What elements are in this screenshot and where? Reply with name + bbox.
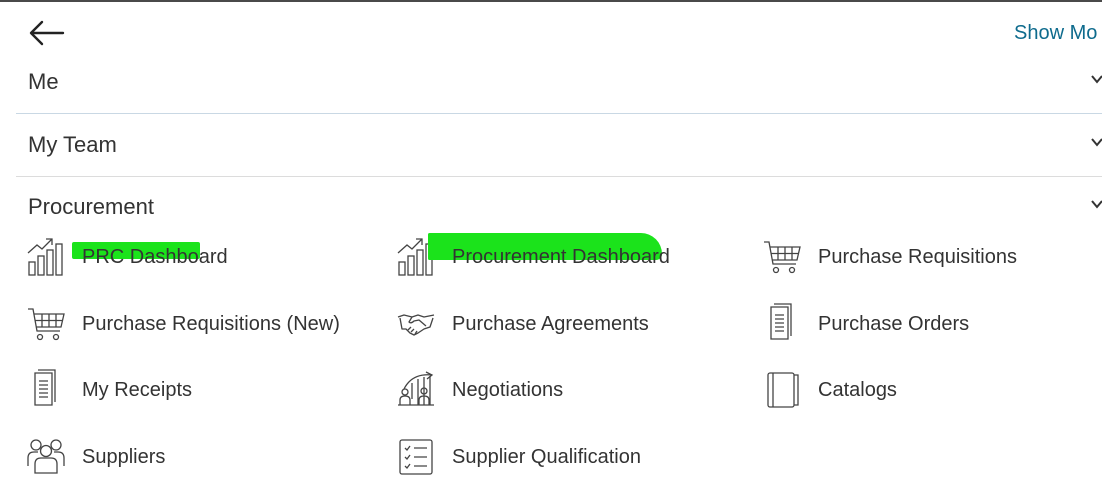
- section-procurement-title: Procurement: [28, 194, 154, 219]
- shopping-cart-icon: [764, 241, 801, 274]
- suppliers-group-icon: [27, 439, 65, 474]
- app-label: Purchase Orders: [818, 313, 970, 335]
- app-label: Purchase Requisitions: [818, 246, 1017, 268]
- back-button[interactable]: [26, 18, 68, 50]
- document-icon: [770, 303, 792, 340]
- chevron-down-icon: [1091, 75, 1102, 84]
- document-icon: [34, 369, 56, 406]
- app-label: Catalogs: [818, 379, 897, 401]
- app-label: PRC Dashboard: [82, 246, 228, 268]
- show-more-link[interactable]: Show Mo: [1014, 22, 1097, 45]
- app-label: Supplier Qualification: [452, 446, 641, 468]
- app-label: Purchase Agreements: [452, 313, 649, 335]
- chevron-down-icon: [1091, 200, 1102, 209]
- window-top-border: [0, 0, 1102, 2]
- section-me-title: Me: [28, 69, 59, 94]
- handshake-icon: [397, 314, 435, 336]
- app-label: Suppliers: [82, 446, 166, 468]
- checklist-icon: [399, 439, 433, 475]
- app-label: My Receipts: [82, 379, 193, 401]
- back-arrow-icon: [29, 20, 65, 46]
- app-label: Procurement Dashboard: [452, 246, 670, 268]
- section-my-team-title: My Team: [28, 132, 117, 157]
- section-divider: [16, 113, 1102, 114]
- section-my-team[interactable]: My Team: [16, 125, 1102, 165]
- section-divider: [16, 176, 1102, 177]
- negotiation-icon: [398, 371, 434, 406]
- shopping-cart-icon: [28, 308, 65, 341]
- catalog-book-icon: [767, 372, 799, 408]
- app-label: Negotiations: [452, 379, 564, 401]
- chevron-down-icon: [1091, 138, 1102, 147]
- dashboard-chart-icon: [27, 238, 63, 276]
- section-procurement[interactable]: Procurement: [16, 187, 1102, 227]
- section-me[interactable]: Me: [16, 62, 1102, 102]
- app-label: Purchase Requisitions (New): [82, 313, 340, 335]
